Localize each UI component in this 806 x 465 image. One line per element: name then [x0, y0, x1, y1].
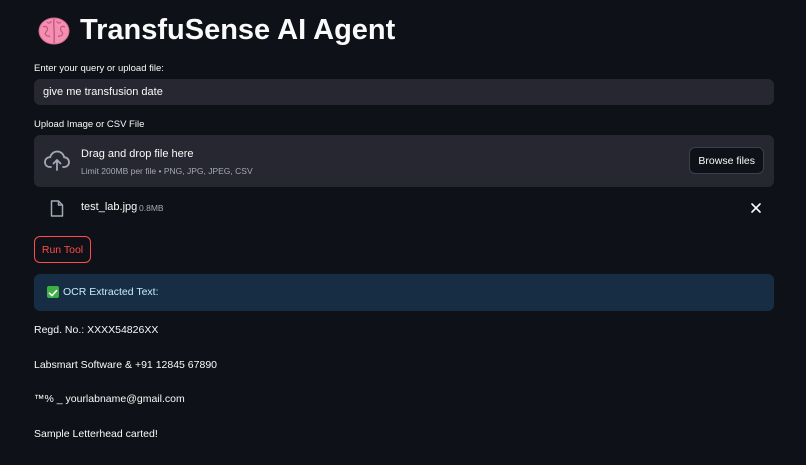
- ocr-line: Regd. No.: XXXX54826XX: [34, 324, 159, 336]
- file-dropzone[interactable]: Drag and drop file here Limit 200MB per …: [34, 135, 774, 187]
- ocr-line: ™% _ yourlabname@gmail.com: [34, 393, 185, 405]
- ocr-line: Labsmart Software & +91 12845 67890: [34, 359, 218, 371]
- ocr-line: Sample Letterhead carted!: [34, 428, 158, 440]
- query-label: Enter your query or upload file:: [34, 63, 164, 74]
- ocr-info-box: OCR Extracted Text:: [34, 274, 774, 311]
- file-name: test_lab.jpg: [81, 201, 138, 213]
- dropzone-instruction: Drag and drop file here: [81, 148, 194, 160]
- file-size: 0.8MB: [139, 203, 164, 213]
- dropzone-limit: Limit 200MB per file • PNG, JPG, JPEG, C…: [81, 166, 253, 176]
- check-icon: [47, 286, 59, 298]
- query-input[interactable]: [34, 79, 774, 105]
- header: TransfuSense AI Agent: [38, 14, 395, 47]
- cloud-upload-icon: [44, 149, 70, 173]
- uploaded-file-row: test_lab.jpg 0.8MB: [34, 196, 774, 220]
- file-icon: [50, 200, 64, 217]
- browse-files-button[interactable]: Browse files: [689, 147, 764, 174]
- run-tool-button[interactable]: Run Tool: [34, 236, 91, 263]
- app-main: TransfuSense AI Agent Enter your query o…: [0, 0, 806, 465]
- close-icon[interactable]: [749, 201, 763, 215]
- page-title: TransfuSense AI Agent: [80, 14, 396, 46]
- upload-label: Upload Image or CSV File: [34, 119, 145, 130]
- brain-icon: [38, 16, 70, 46]
- ocr-label: OCR Extracted Text:: [63, 286, 159, 298]
